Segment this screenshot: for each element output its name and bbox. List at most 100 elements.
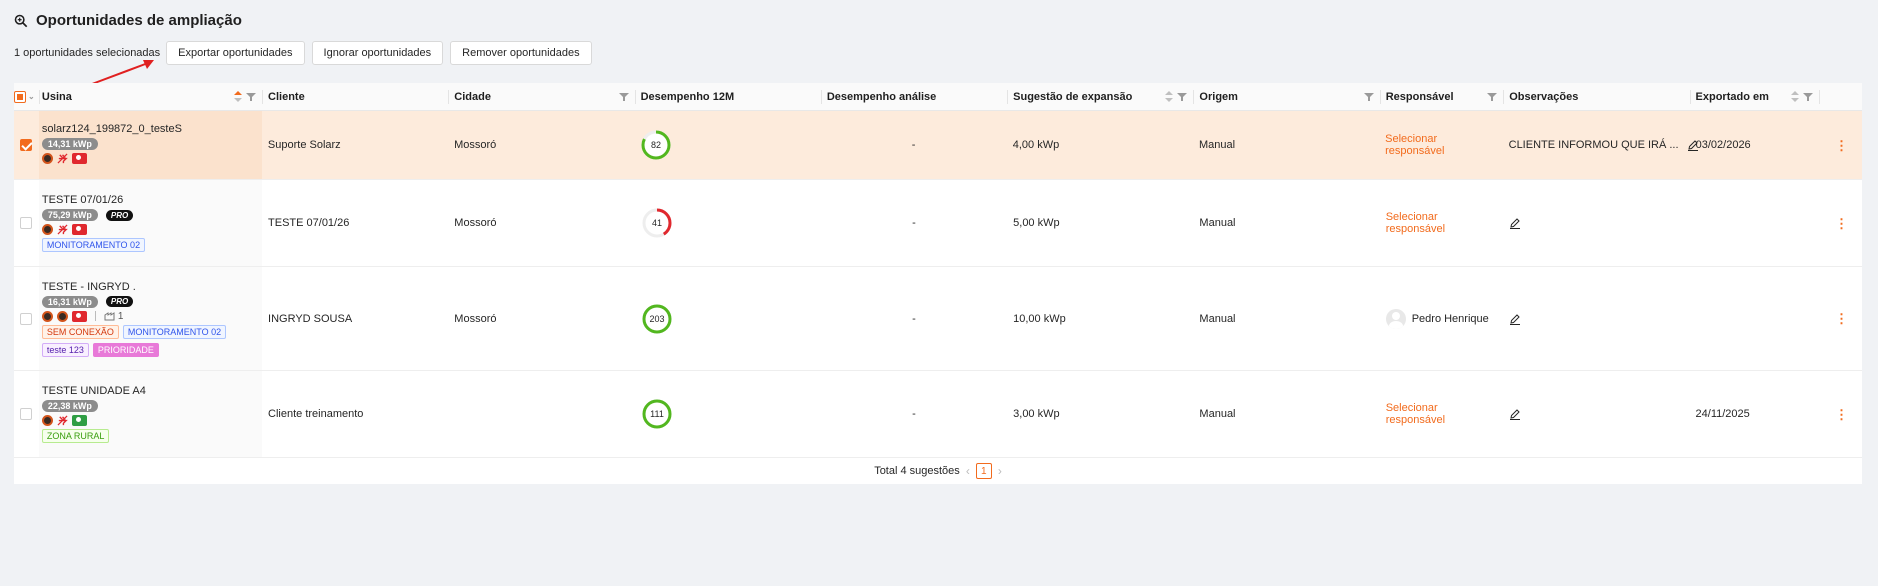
filter-icon[interactable] [1803,92,1814,102]
plant-name[interactable]: TESTE UNIDADE A4 [42,385,146,397]
filter-icon[interactable] [1363,92,1374,102]
export-opportunities-button[interactable]: Exportar oportunidades [166,41,305,65]
filter-icon[interactable] [618,92,629,102]
more-options-icon[interactable]: ⋮ [1835,408,1848,421]
client-cell: INGRYD SOUSA [268,312,353,325]
money-icon [71,153,87,164]
city-cell: Mossoró [454,139,497,151]
table-row[interactable]: TESTE 07/01/26 75,29 kWp PRO MONITORAMEN… [14,180,1862,267]
city-cell: Mossoró [454,312,497,325]
plant-cell[interactable]: TESTE UNIDADE A4 22,38 kWp ZONA RURAL [38,371,263,457]
filter-icon[interactable] [1177,92,1188,102]
row-checkbox[interactable] [20,312,33,325]
expansion-cell: 4,00 kWp [1012,139,1060,151]
prev-page-icon[interactable]: ‹ [966,464,970,478]
kwp-badge: 14,31 kWp [41,138,98,150]
inverter-status-icon [41,415,53,426]
column-desempenho-analise: Desempenho análise [820,83,1007,110]
column-cidade[interactable]: Cidade [448,83,634,110]
edit-icon[interactable] [1509,313,1521,325]
column-usina[interactable]: Usina [38,83,262,110]
analysis-cell: - [911,139,916,151]
disconnected-plug-icon [57,224,68,235]
bulk-actions-bar: 1 oportunidades selecionadas Exportar op… [14,41,599,65]
select-responsible-link[interactable]: Selecionar responsável [1386,402,1498,426]
kwp-badge: 16,31 kWp [41,295,98,308]
performance-cell: 111 [635,371,821,457]
tag: ZONA RURAL [41,429,110,443]
edit-icon[interactable] [1509,217,1521,229]
inverter-status-icon [41,153,53,164]
disconnected-plug-icon [57,415,68,426]
chevron-down-icon[interactable]: ⌄ [28,92,35,101]
row-checkbox[interactable] [20,408,33,420]
tag: PRIORIDADE [92,342,159,357]
svg-text:41: 41 [652,218,662,228]
factory-icon [104,312,115,321]
plant-cell[interactable]: TESTE - INGRYD . 16,31 kWp PRO 1 SEM CON… [38,267,263,370]
plant-name[interactable]: TESTE - INGRYD . [42,281,136,293]
origin-cell: Manual [1199,408,1236,420]
filter-icon[interactable] [1487,92,1498,102]
column-responsavel[interactable]: Responsável [1379,83,1504,110]
filter-icon[interactable] [246,92,257,102]
column-origem[interactable]: Origem [1193,83,1379,110]
select-all-checkbox[interactable] [14,90,26,103]
table-row[interactable]: solarz124_199872_0_testeS 14,31 kWp Supo… [14,111,1862,180]
analysis-cell: - [912,217,916,229]
device-count: 1 [104,311,123,322]
column-actions [1819,83,1862,110]
column-cliente: Cliente [262,83,448,110]
tag: MONITORAMENTO 02 [41,238,146,252]
exported-date: 24/11/2025 [1695,408,1750,420]
divider [94,311,96,321]
plant-name[interactable]: solarz124_199872_0_testeS [42,123,182,135]
remove-opportunities-button[interactable]: Remover oportunidades [450,41,592,65]
table-header: ⌄ Usina Cliente Cidade Desempenho 12M De… [14,83,1862,111]
city-cell [448,371,634,457]
column-sugestao[interactable]: Sugestão de expansão [1007,83,1193,110]
row-checkbox[interactable] [20,139,33,151]
expansion-cell: 3,00 kWp [1013,408,1060,420]
expansion-cell: 10,00 kWp [1013,312,1066,325]
edit-icon[interactable] [1509,408,1521,420]
tag: MONITORAMENTO 02 [122,324,227,339]
next-page-icon[interactable]: › [998,464,1002,478]
select-all-cell[interactable]: ⌄ [14,83,39,110]
more-options-icon[interactable]: ⋮ [1835,217,1848,230]
more-options-icon[interactable]: ⋮ [1835,312,1848,325]
inverter-status-icon [41,224,53,235]
sort-icon[interactable] [1165,91,1174,102]
money-icon [71,310,87,322]
page-header: Oportunidades de ampliação [14,12,242,29]
svg-text:82: 82 [651,140,661,150]
table-row[interactable]: TESTE - INGRYD . 16,31 kWp PRO 1 SEM CON… [14,267,1862,371]
column-exportado[interactable]: Exportado em [1689,83,1820,110]
analysis-cell: - [912,312,916,325]
city-cell: Mossoró [454,217,497,229]
sort-icon[interactable] [234,91,243,102]
client-cell: TESTE 07/01/26 [268,217,350,229]
page-number[interactable]: 1 [975,463,992,479]
more-options-icon[interactable]: ⋮ [1835,139,1848,152]
observation-text: CLIENTE INFORMOU QUE IRÁ ... [1508,139,1679,151]
plant-cell[interactable]: solarz124_199872_0_testeS 14,31 kWp [38,111,262,179]
expansion-cell: 5,00 kWp [1013,217,1060,229]
inverter-status-icon [56,310,68,322]
total-count: Total 4 sugestões [874,465,960,477]
performance-ring: 41 [642,208,672,238]
select-responsible-link[interactable]: Selecionar responsável [1386,211,1498,235]
ignore-opportunities-button[interactable]: Ignorar oportunidades [311,41,444,65]
responsible-person[interactable]: Pedro Henrique [1385,308,1489,329]
row-checkbox[interactable] [20,217,33,229]
pagination: Total 4 sugestões ‹ 1 › [14,458,1862,484]
plant-name[interactable]: TESTE 07/01/26 [42,194,123,206]
money-icon [71,415,87,426]
select-responsible-link[interactable]: Selecionar responsável [1385,133,1496,157]
performance-cell: 41 [635,180,821,266]
client-cell: Suporte Solarz [267,139,341,151]
table-row[interactable]: TESTE UNIDADE A4 22,38 kWp ZONA RURAL Cl… [14,371,1862,458]
sort-icon[interactable] [1791,91,1800,102]
plant-cell[interactable]: TESTE 07/01/26 75,29 kWp PRO MONITORAMEN… [38,180,263,266]
selected-count: 1 oportunidades selecionadas [14,47,161,59]
